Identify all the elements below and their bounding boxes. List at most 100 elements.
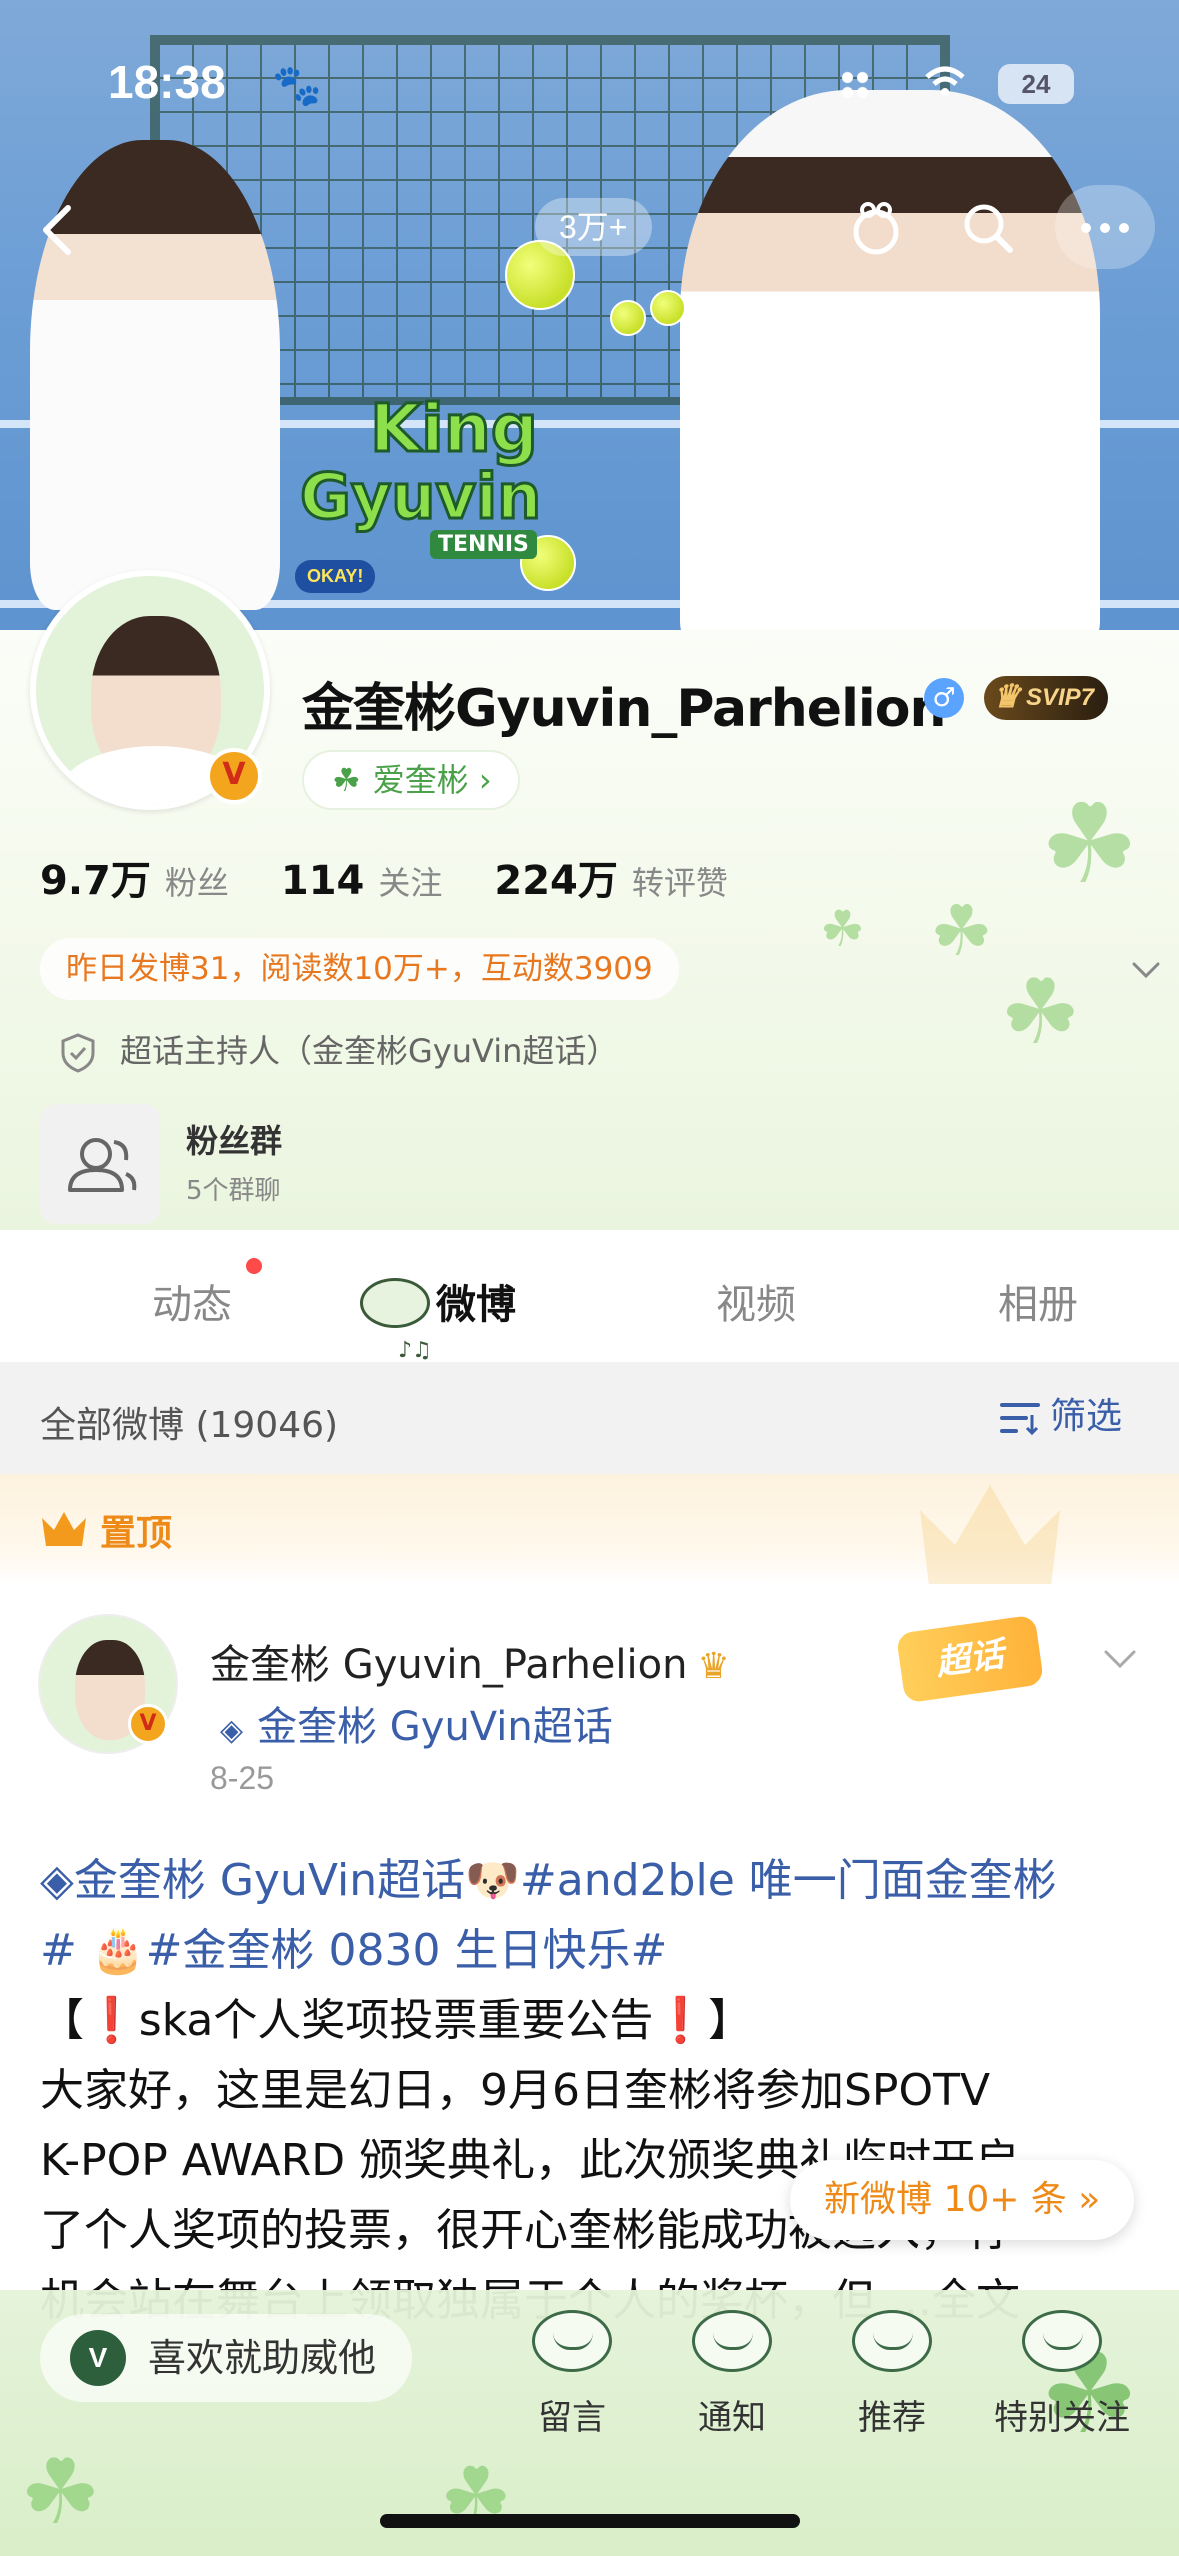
- nav-notifications[interactable]: 通知: [662, 2310, 802, 2439]
- nav-special-follow-label: 特别关注: [994, 2398, 1130, 2438]
- back-icon[interactable]: [30, 200, 90, 260]
- supertopic-host-line[interactable]: 超话主持人（金奎彬GyuVin超话）: [60, 1026, 618, 1076]
- profile-stats: 9.7万 粉丝 114 关注 224万 转评赞: [40, 848, 780, 908]
- home-indicator: [380, 2514, 800, 2528]
- supertopic-sticker: 超话: [895, 1614, 1045, 1704]
- header-followers-pill[interactable]: 3万+: [535, 198, 652, 256]
- chevron-down-icon[interactable]: [1100, 1644, 1140, 1674]
- music-notes-icon: ♪♫: [398, 1338, 432, 1363]
- v-plus-badge: V: [70, 2329, 126, 2386]
- interactions-label: 转评赞: [631, 864, 728, 902]
- supertopic-gem-icon: ◈: [40, 1855, 74, 1906]
- nav-notifications-label: 通知: [698, 2398, 766, 2438]
- paw-icon: 🐾: [272, 63, 322, 109]
- mascot-icon: [532, 2310, 612, 2372]
- post-body[interactable]: ◈金奎彬 GyuVin超话🐶#and2ble 唯一门面金奎彬 # 🎂#金奎彬 0…: [40, 1846, 1150, 2336]
- cake-emoji: 🎂: [90, 1925, 146, 1976]
- more-options-button[interactable]: [1055, 185, 1155, 269]
- post-topic-link[interactable]: ◈ 金奎彬 GyuVin超话: [220, 1694, 613, 1752]
- app-grid-icon: [840, 70, 870, 100]
- fan-group-entry[interactable]: 粉丝群 5个群聊: [40, 1104, 640, 1224]
- feed-title: 全部微博 (19046): [40, 1405, 339, 1446]
- more-dot: [1100, 223, 1110, 233]
- verified-v-badge: V: [128, 1704, 168, 1744]
- support-button[interactable]: V 喜欢就助威他: [40, 2314, 413, 2402]
- filter-button[interactable]: 筛选: [1000, 1392, 1122, 1442]
- fan-tag-button[interactable]: ☘ 爱奎彬 ›: [302, 750, 520, 810]
- followers-count[interactable]: 9.7万: [40, 848, 151, 906]
- header-followers-count: 3万+: [559, 209, 628, 245]
- nav-recommend-label: 推荐: [858, 2398, 926, 2438]
- hashtag-link[interactable]: #and2ble 唯一门面金奎彬: [520, 1855, 1057, 1906]
- post-line: 【❗ska个人奖项投票重要公告❗】: [40, 1995, 753, 2046]
- following-count[interactable]: 114: [281, 858, 365, 904]
- battery-indicator: 24: [998, 64, 1074, 104]
- filter-icon: [1000, 1403, 1040, 1435]
- profile-name: 金奎彬Gyuvin_Parhelion: [302, 679, 946, 739]
- nav-special-follow[interactable]: 特别关注: [972, 2310, 1152, 2439]
- clover-decoration: ☘: [1000, 960, 1081, 1065]
- clover-decoration: ☘: [440, 2450, 512, 2543]
- chevron-down-icon[interactable]: [1128, 952, 1164, 988]
- male-gender-icon: ♂: [924, 678, 964, 718]
- clover-decoration: ☘: [820, 900, 865, 958]
- tab-video[interactable]: 视频: [716, 1272, 796, 1330]
- tab-weibo[interactable]: 微博: [436, 1272, 516, 1330]
- logo-line-3: TENNIS: [430, 530, 537, 559]
- post-line: # 🎂#金奎彬 0830 生日快乐#: [40, 1916, 1150, 1986]
- shield-icon: [61, 1033, 95, 1073]
- baby-mode-icon[interactable]: [848, 200, 904, 256]
- tab-dynamics[interactable]: 动态: [152, 1272, 232, 1330]
- mascot-icon: [852, 2310, 932, 2372]
- search-icon[interactable]: [958, 198, 1018, 258]
- post-date: 8-25: [210, 1760, 275, 1796]
- post-author-name: 金奎彬 Gyuvin_Parhelion: [210, 1642, 688, 1688]
- tennis-ball: [650, 290, 686, 326]
- feed-header: 全部微博 (19046) 筛选: [0, 1362, 1179, 1474]
- nav-comments[interactable]: 留言: [502, 2310, 642, 2439]
- tab-album[interactable]: 相册: [998, 1272, 1078, 1330]
- banner-person-right: [680, 90, 1100, 640]
- group-icon: [68, 1138, 137, 1192]
- status-time: 18:38: [108, 56, 226, 108]
- more-dot: [1119, 223, 1129, 233]
- interactions-count: 224万: [494, 858, 618, 904]
- more-dot: [1081, 223, 1091, 233]
- topic-link[interactable]: 金奎彬 GyuVin超话: [74, 1855, 465, 1906]
- profile-banner: King Gyuvin TENNIS OKAY! 18:38 🐾 24 3万+: [0, 0, 1179, 640]
- logo-line-1: King: [369, 389, 540, 469]
- nav-comments-label: 留言: [538, 2398, 606, 2438]
- tab-mascot-icon: [360, 1278, 430, 1328]
- clover-decoration: ☘: [1040, 780, 1139, 908]
- dog-emoji: 🐶: [465, 1855, 520, 1906]
- mascot-icon: [1022, 2310, 1102, 2372]
- new-posts-button[interactable]: 新微博 10+ 条 »: [790, 2160, 1135, 2240]
- followers-label[interactable]: 粉丝: [165, 858, 229, 904]
- hashtag-end[interactable]: #: [40, 1925, 77, 1976]
- fan-group-title: 粉丝群: [186, 1122, 283, 1160]
- group-icon-box: [40, 1104, 160, 1224]
- svip-badge[interactable]: SVIP7: [984, 674, 1109, 720]
- crown-watermark-icon: [920, 1485, 1060, 1595]
- wifi-icon: [925, 64, 965, 108]
- post-line: 大家好，这里是幻日，9月6日奎彬将参加SPOTV: [40, 2065, 991, 2116]
- verified-v-badge: V: [206, 748, 262, 804]
- mascot-icon: [692, 2310, 772, 2372]
- supertopic-gem-icon: ◈: [220, 1713, 244, 1748]
- unread-dot: [246, 1258, 262, 1274]
- post-author[interactable]: 金奎彬 Gyuvin_Parhelion ♛: [210, 1632, 730, 1690]
- following-label[interactable]: 关注: [378, 858, 442, 904]
- pinned-label: 置顶: [100, 1513, 173, 1554]
- clover-icon: ☘: [332, 761, 361, 799]
- hashtag-link[interactable]: #金奎彬 0830 生日快乐#: [146, 1925, 668, 1976]
- host-line-text: 超话主持人（金奎彬GyuVin超话）: [120, 1032, 619, 1070]
- logo-line-2: Gyuvin: [298, 459, 542, 535]
- post-topic-text: 金奎彬 GyuVin超话: [257, 1704, 613, 1750]
- activity-summary[interactable]: 昨日发博31，阅读数10万+，互动数3909: [40, 938, 679, 1000]
- support-text: 喜欢就助威他: [148, 2336, 377, 2380]
- pinned-bar: 置顶: [0, 1474, 1179, 1595]
- wifi-icon-svg: [925, 66, 965, 96]
- clover-decoration: ☘: [20, 2440, 101, 2545]
- crown-icon: [42, 1512, 86, 1546]
- nav-recommend[interactable]: 推荐: [822, 2310, 962, 2439]
